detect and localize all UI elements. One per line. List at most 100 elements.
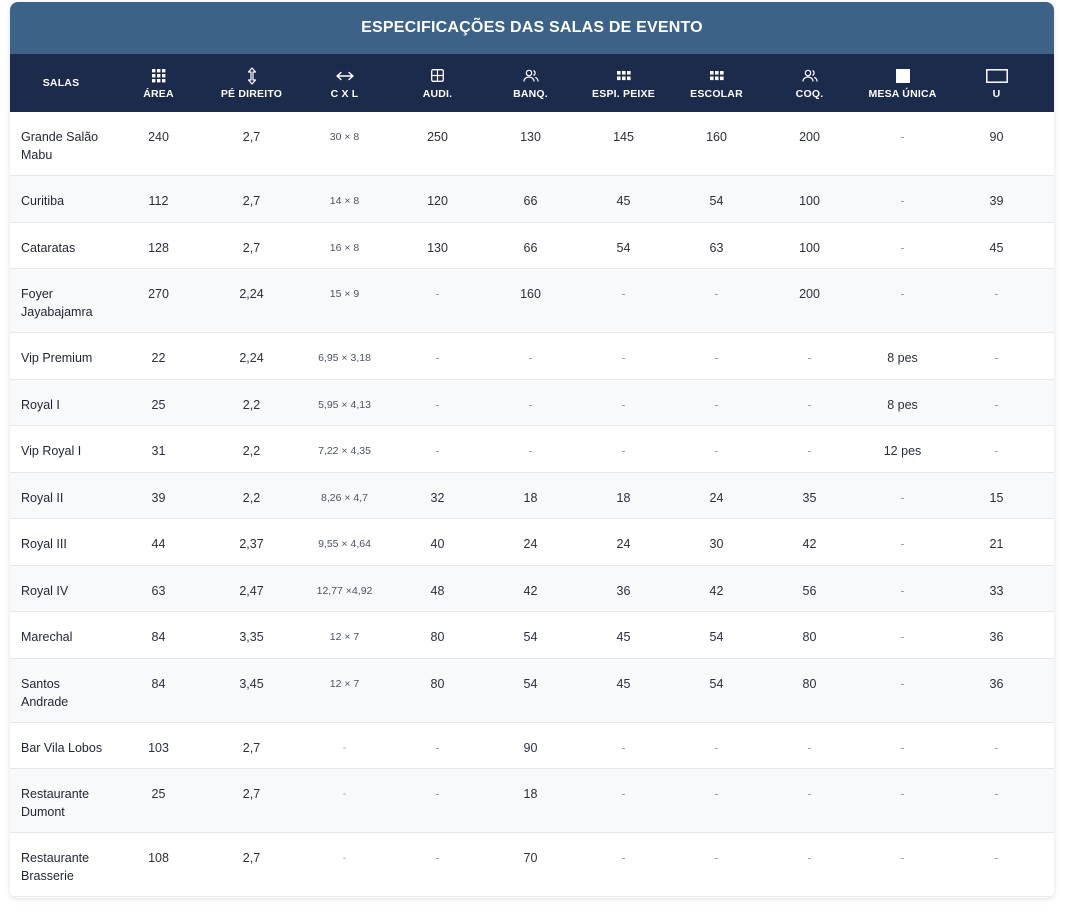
cell-col-8: 200 — [799, 130, 820, 144]
cell-col-2: 2,24 — [239, 287, 264, 301]
table-row: Vip Royal I 31 2,2 7,22 × 4,35 - - - - - 12 pes - — [10, 426, 1054, 473]
cell-col-1: 103 — [148, 740, 169, 755]
cell-col-9: - — [900, 287, 905, 301]
cell-col-2: 2,7 — [242, 240, 261, 255]
header-col-col-6: ESPI. PEIXE — [577, 54, 670, 112]
cell-col-5: 90 — [523, 740, 538, 755]
cell-col-9: - — [900, 130, 905, 144]
cell-col-9: - — [900, 630, 905, 644]
cell-col-3: 30 × 8 — [329, 131, 360, 143]
cell-col-7: 54 — [709, 676, 724, 691]
cell-col-9: - — [900, 490, 905, 505]
cell-col-5: 24 — [523, 537, 538, 551]
cell-col-3: 9,55 × 4,64 — [318, 538, 371, 550]
cell-col-1: 112 — [148, 194, 169, 208]
header-label: COQ. — [795, 87, 824, 100]
grid-dots-icon — [151, 67, 166, 85]
cell-col-3: 6,95 × 3,18 — [318, 352, 371, 364]
cell-col-3: - — [342, 741, 347, 754]
room-name: Santos Andrade — [21, 676, 69, 709]
cell-col-2: 3,35 — [239, 630, 264, 644]
header-col-col-1: ÁREA — [112, 54, 205, 112]
cell-col-4: - — [435, 787, 440, 801]
cell-col-9: 8 pes — [887, 397, 918, 412]
room-name: Royal II — [21, 490, 64, 505]
cell-col-4: - — [435, 351, 440, 365]
room-name: Cataratas — [21, 240, 76, 255]
cell-col-1: 128 — [148, 240, 169, 255]
cell-col-5: 66 — [523, 240, 538, 255]
cell-col-9: - — [900, 583, 905, 598]
cell-col-10: 45 — [989, 240, 1004, 255]
cell-col-1: 63 — [151, 583, 166, 598]
cell-col-2: 2,37 — [239, 537, 264, 551]
cell-col-9: - — [900, 851, 905, 865]
cell-col-5: 42 — [523, 583, 538, 598]
table-body: Grande Salão Mabu 240 2,7 30 × 8 250 130 145 16… — [10, 112, 1054, 897]
cell-col-1: 84 — [151, 630, 166, 644]
cell-col-6: 45 — [616, 194, 631, 208]
table-title: ESPECIFICAÇÕES DAS SALAS DE EVENTO — [10, 2, 1054, 54]
cell-col-10: - — [994, 787, 999, 801]
room-name: Vip Royal I — [21, 444, 82, 458]
cell-col-2: 2,2 — [242, 397, 261, 412]
cell-col-8: 35 — [802, 490, 817, 505]
table-row: Vip Premium 22 2,24 6,95 × 3,18 - - - - - 8 pes - — [10, 333, 1054, 380]
header-col-col-4: AUDI. — [391, 54, 484, 112]
cell-col-7: 24 — [709, 490, 724, 505]
cell-col-2: 3,45 — [239, 676, 264, 691]
dots-block-icon — [616, 67, 631, 85]
cell-col-4: 130 — [427, 240, 448, 255]
cell-col-7: - — [714, 787, 719, 801]
cell-col-1: 108 — [148, 851, 169, 865]
filled-square-icon — [895, 67, 910, 85]
cell-col-6: - — [621, 444, 626, 458]
table-row: Royal IV 63 2,47 12,77 ×4,92 48 42 36 42 56 - 33 — [10, 565, 1054, 612]
cell-col-9: - — [900, 537, 905, 551]
header-label: SALAS — [42, 77, 80, 89]
cell-col-7: 42 — [709, 583, 724, 598]
cell-col-7: 30 — [709, 537, 724, 551]
header-label: AUDI. — [422, 87, 453, 100]
cell-col-8: - — [807, 351, 812, 365]
cell-col-6: - — [621, 351, 626, 365]
header-col-col-7: ESCOLAR — [670, 54, 763, 112]
room-name: Restaurante Dumont — [21, 787, 90, 819]
header-col-salas: SALAS — [10, 54, 112, 112]
cell-col-9: - — [900, 787, 905, 801]
cell-col-8: - — [807, 787, 812, 801]
cell-col-6: 145 — [613, 130, 634, 144]
cell-col-5: 66 — [523, 194, 538, 208]
cell-col-1: 44 — [151, 537, 166, 551]
cell-col-3: 7,22 × 4,35 — [318, 445, 371, 457]
cell-col-2: 2,7 — [242, 787, 261, 801]
cell-col-2: 2,2 — [242, 490, 261, 505]
cell-col-6: - — [621, 787, 626, 801]
cell-col-8: 80 — [802, 630, 817, 644]
users-icon — [522, 67, 539, 85]
cell-col-8: 100 — [799, 194, 820, 208]
cell-col-10: - — [994, 351, 999, 365]
cell-col-4: - — [435, 397, 440, 412]
cell-col-10: 33 — [989, 583, 1004, 598]
cell-col-3: 8,26 × 4,7 — [321, 491, 368, 504]
cell-col-1: 39 — [151, 490, 166, 505]
room-name: Marechal — [21, 630, 73, 644]
cell-col-5: 54 — [523, 630, 538, 644]
cell-col-4: - — [435, 287, 440, 301]
room-name: Bar Vila Lobos — [21, 740, 103, 755]
cell-col-9: - — [900, 740, 905, 755]
table-header: SALAS ÁREA PÉ DIREITO C X L AUDI. BANQ. ESPI. … — [10, 54, 1054, 112]
room-name: Restaurante Brasserie — [21, 851, 90, 883]
cell-col-5: 18 — [523, 787, 538, 801]
header-label: ESCOLAR — [690, 87, 743, 100]
cell-col-1: 240 — [148, 130, 169, 144]
cell-col-2: 2,2 — [242, 444, 261, 458]
cell-col-7: - — [714, 851, 719, 865]
cell-col-7: 54 — [709, 194, 724, 208]
users-icon — [801, 67, 818, 85]
cell-col-4: 80 — [430, 676, 445, 691]
cell-col-3: 5,95 × 4,13 — [318, 398, 371, 411]
header-col-col-9: MESA ÚNICA — [856, 54, 949, 112]
room-name: Curitiba — [21, 194, 65, 208]
